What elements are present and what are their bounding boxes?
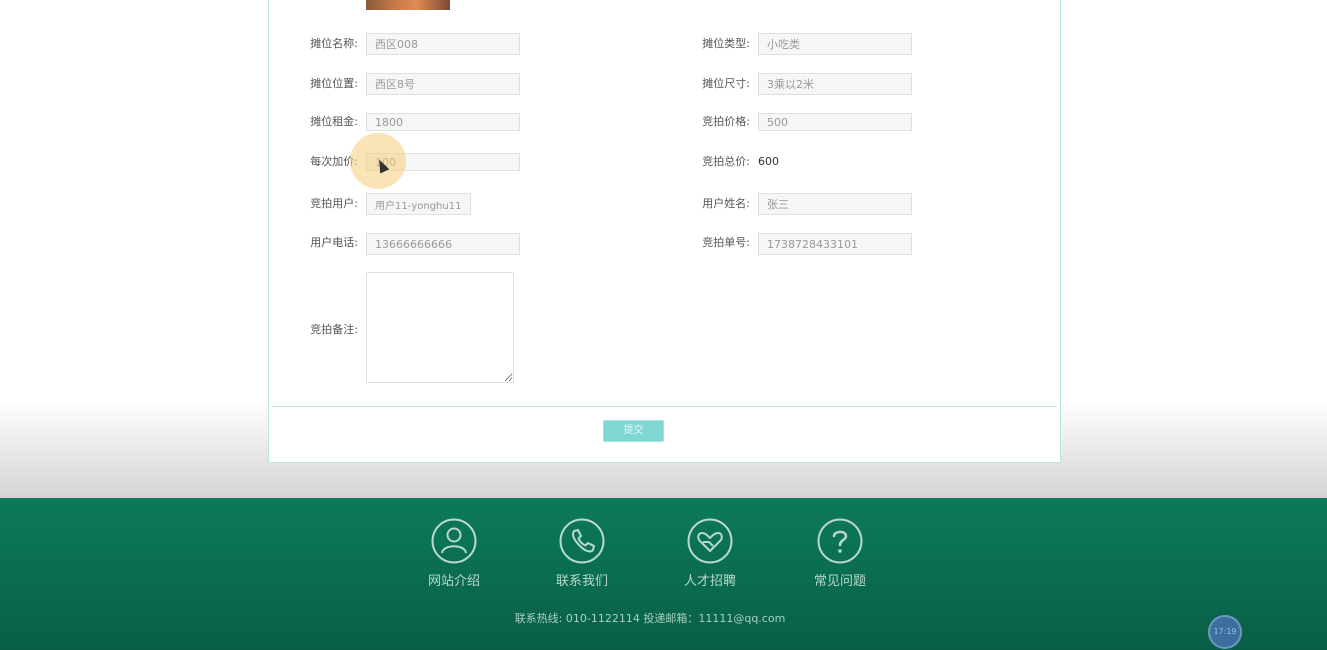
user-name-input[interactable] [758, 193, 912, 215]
label-stall-size: 摊位尺寸: [702, 77, 750, 90]
label-bid-user: 竞拍用户: [310, 197, 358, 210]
label-stall-location: 摊位位置: [310, 77, 358, 90]
submit-button[interactable]: 提交 [603, 420, 664, 442]
label-stall-rent: 摊位租金: [310, 115, 358, 128]
question-icon [817, 518, 863, 564]
user-icon [431, 518, 477, 564]
bid-total-value: 600 [758, 155, 779, 168]
footer-link-label: 人才招聘 [683, 574, 736, 589]
stall-image [366, 0, 450, 10]
stall-rent-input[interactable] [366, 113, 520, 131]
phone-icon [559, 518, 605, 564]
bid-user-select[interactable] [366, 193, 471, 215]
form-panel [268, 0, 1061, 463]
stall-location-input[interactable] [366, 73, 520, 95]
footer-link-about[interactable]: 网站介绍 [414, 518, 494, 589]
label-bid-total: 竞拍总价: [702, 155, 750, 168]
site-footer: 网站介绍 联系我们 人才招聘 常见问题 联系热线: 010-1122114 投递… [0, 498, 1327, 650]
heart-hands-icon [687, 518, 733, 564]
footer-link-label: 网站介绍 [427, 574, 480, 589]
label-stall-type: 摊位类型: [702, 37, 750, 50]
label-increment: 每次加价: [310, 155, 358, 168]
label-user-name: 用户姓名: [702, 197, 750, 210]
bid-price-input[interactable] [758, 113, 912, 131]
stall-size-input[interactable] [758, 73, 912, 95]
stall-type-input[interactable] [758, 33, 912, 55]
footer-contact-info: 联系热线: 010-1122114 投递邮箱：11111@qq.com [514, 612, 786, 625]
footer-link-label: 联系我们 [555, 574, 608, 589]
label-user-phone: 用户电话: [310, 236, 358, 249]
footer-link-contact[interactable]: 联系我们 [542, 518, 622, 589]
label-bid-price: 竞拍价格: [702, 115, 750, 128]
clock-widget[interactable]: 17:19 [1208, 615, 1242, 649]
footer-link-label: 常见问题 [813, 574, 866, 589]
form-divider [272, 406, 1057, 407]
label-stall-name: 摊位名称: [310, 37, 358, 50]
label-bid-order: 竞拍单号: [702, 236, 750, 249]
footer-link-jobs[interactable]: 人才招聘 [670, 518, 750, 589]
user-phone-input[interactable] [366, 233, 520, 255]
stall-name-input[interactable] [366, 33, 520, 55]
bid-notes-textarea[interactable] [366, 272, 514, 383]
label-bid-notes: 竞拍备注: [310, 323, 358, 336]
footer-link-faq[interactable]: 常见问题 [800, 518, 880, 589]
bid-order-input[interactable] [758, 233, 912, 255]
